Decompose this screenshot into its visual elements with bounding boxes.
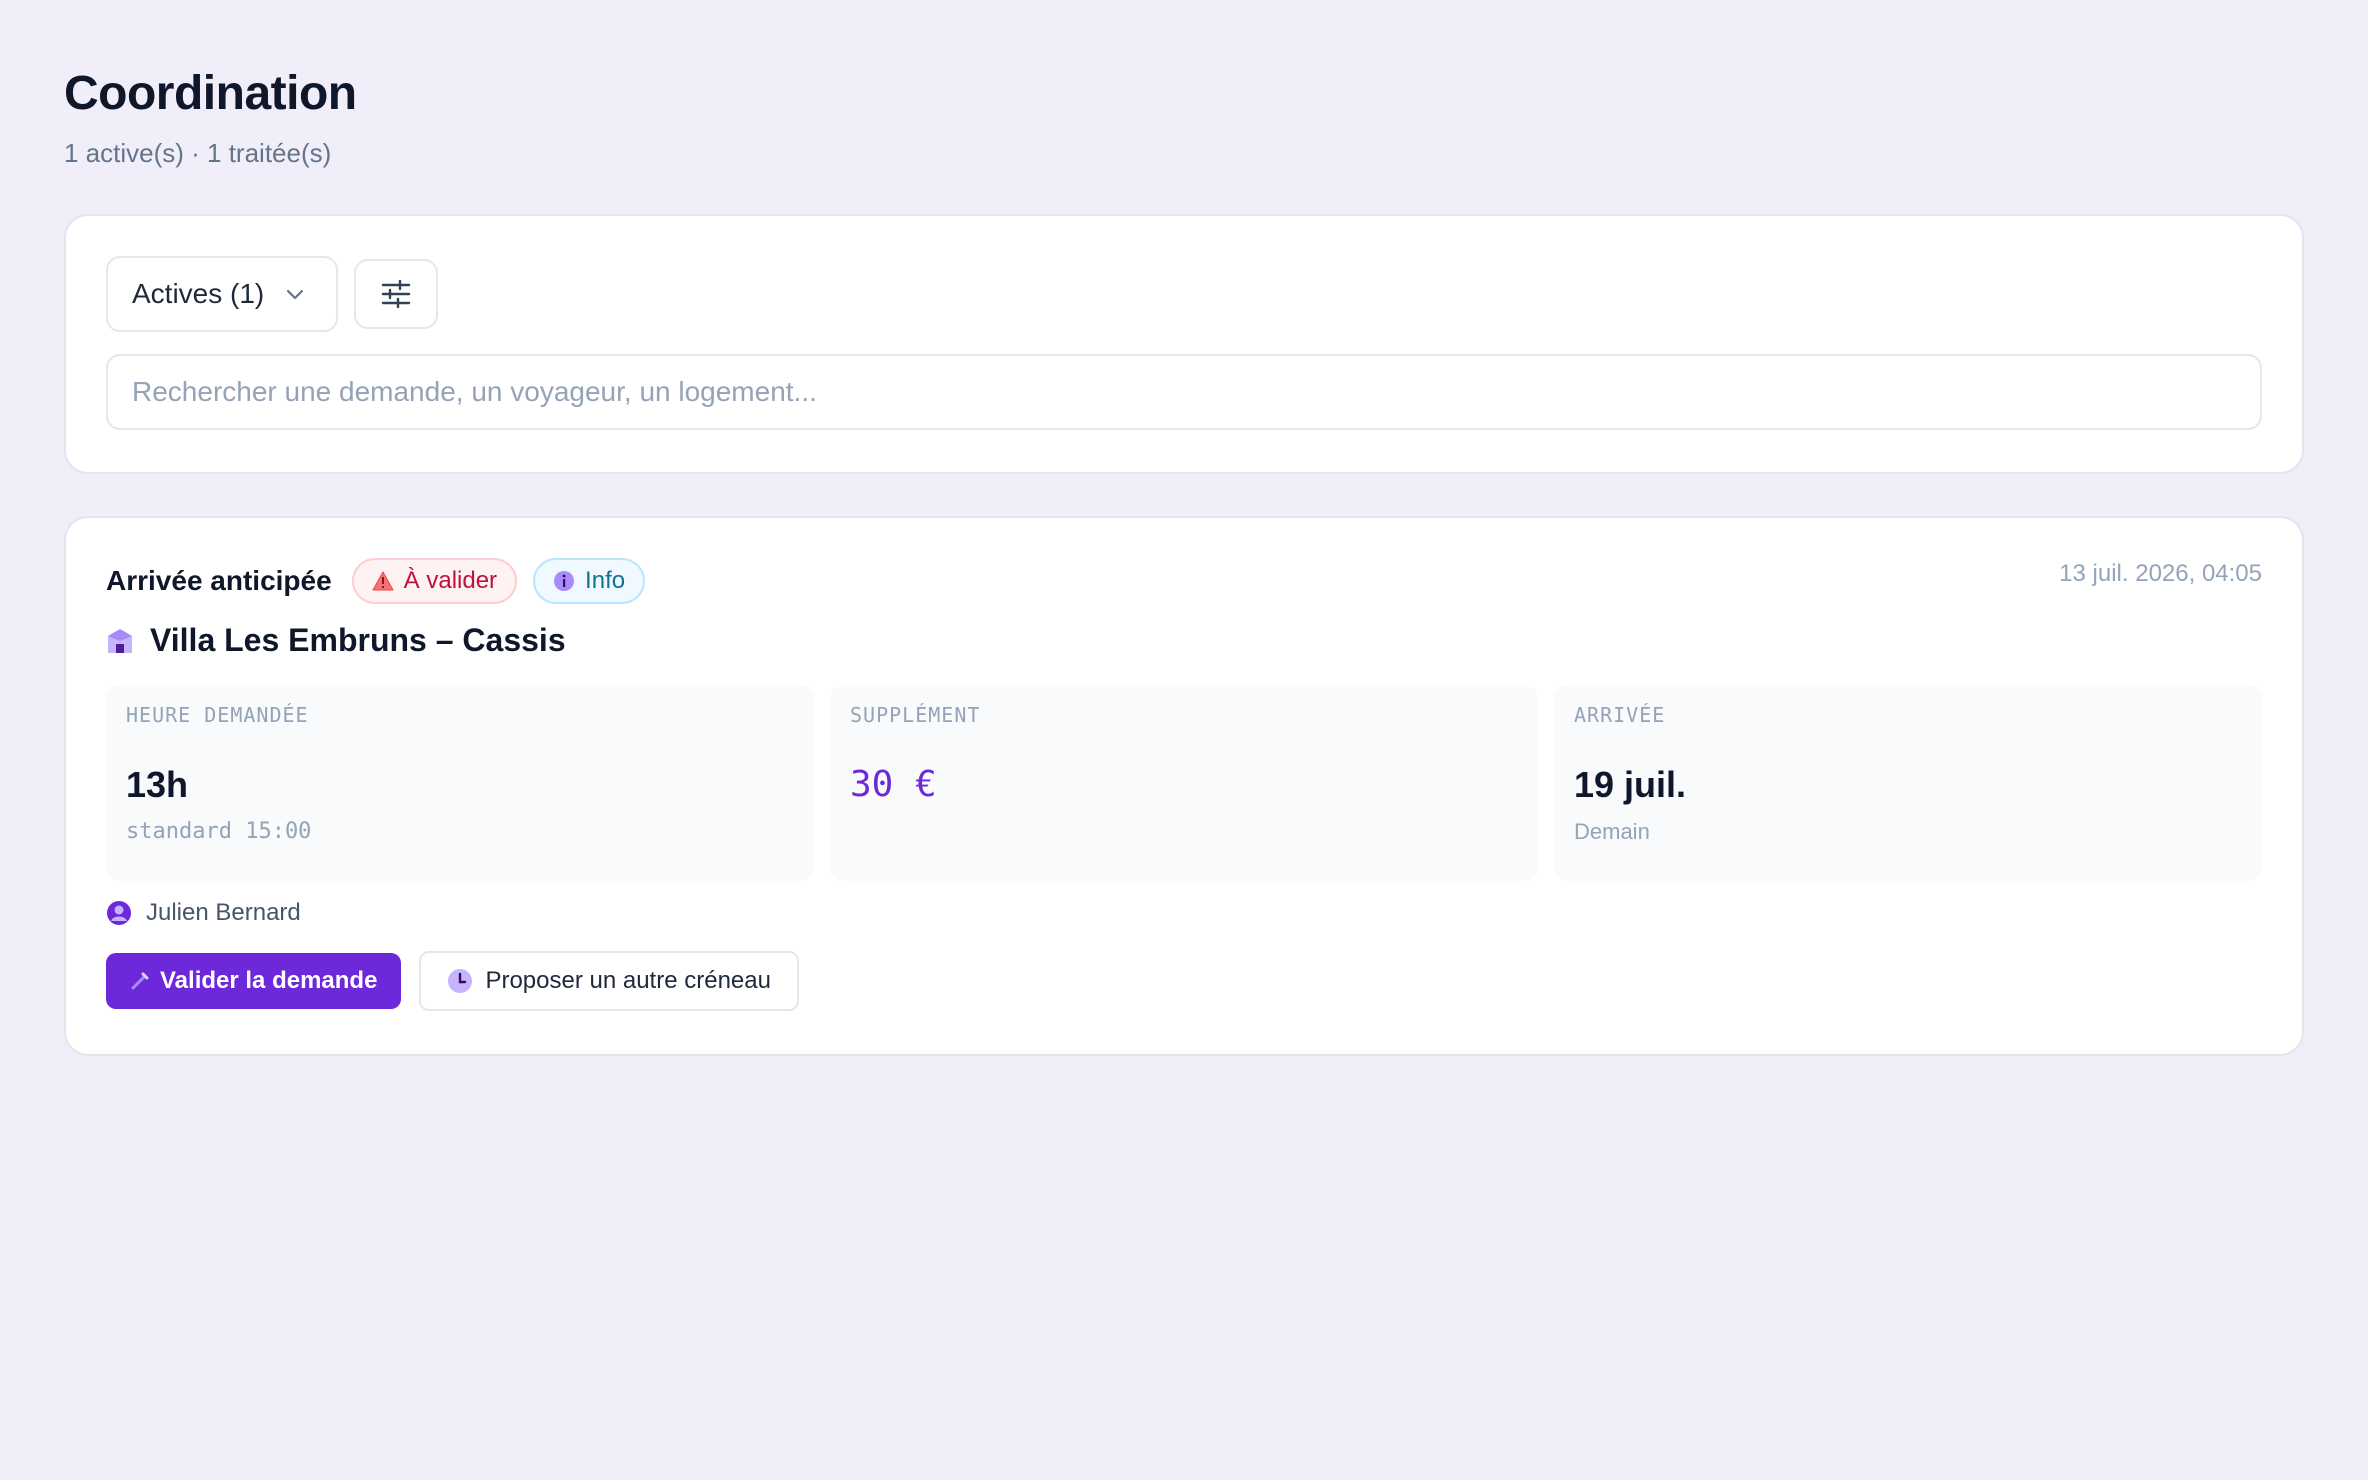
- info-icon: [553, 570, 575, 592]
- user-icon: [106, 900, 132, 926]
- clock-icon: [447, 968, 473, 994]
- check-icon: [130, 971, 150, 991]
- request-card[interactable]: Arrivée anticipée À valider Info 13 juil…: [64, 516, 2304, 1056]
- house-icon: [106, 627, 134, 655]
- page-title: Coordination: [64, 67, 357, 120]
- page-subtitle: 1 active(s) · 1 traitée(s): [64, 138, 332, 168]
- info-badge: Info: [533, 558, 646, 604]
- warning-icon: [372, 571, 394, 591]
- request-type: Arrivée anticipée: [106, 565, 332, 596]
- request-date: 13 juil. 2026, 04:05: [2059, 560, 2262, 587]
- guest-name: Julien Bernard: [146, 899, 301, 926]
- request-actions: Valider la demande Proposer un autre cré…: [106, 951, 2262, 1011]
- status-badge-label: À valider: [403, 567, 498, 594]
- stat-label: ARRIVÉE: [1574, 703, 1666, 727]
- stat-value: 13h: [126, 764, 189, 805]
- filter-settings-button[interactable]: [354, 259, 439, 329]
- chevron-down-icon: [284, 283, 306, 305]
- property-name: Villa Les Embruns – Cassis: [150, 622, 566, 658]
- stat-requested-time: HEURE DEMANDÉE 13h standard 15:00: [106, 685, 814, 881]
- filters-card: Actives (1): [64, 214, 2304, 474]
- validate-request-button[interactable]: Valider la demande: [106, 953, 402, 1009]
- validate-request-label: Valider la demande: [160, 967, 378, 994]
- status-dropdown[interactable]: Actives (1): [106, 256, 339, 332]
- stat-sub: standard 15:00: [126, 819, 312, 844]
- search-input[interactable]: [106, 354, 2262, 430]
- propose-slot-label: Proposer un autre créneau: [485, 967, 771, 994]
- stat-label: HEURE DEMANDÉE: [126, 703, 309, 727]
- sliders-icon: [381, 280, 411, 308]
- propose-slot-button[interactable]: Proposer un autre créneau: [419, 951, 799, 1011]
- request-stats: HEURE DEMANDÉE 13h standard 15:00 SUPPLÉ…: [106, 685, 2262, 881]
- status-badge-pending: À valider: [351, 558, 518, 604]
- coordination-page: Coordination 1 active(s) · 1 traitée(s) …: [64, 64, 2304, 1056]
- stat-value: 30 €: [850, 764, 937, 805]
- filter-row: Actives (1): [106, 256, 2262, 332]
- stat-sub: Demain: [1574, 819, 1650, 844]
- stat-arrival: ARRIVÉE 19 juil. Demain: [1554, 685, 2262, 881]
- stat-supplement: SUPPLÉMENT 30 €: [830, 685, 1538, 881]
- stat-value: 19 juil.: [1574, 764, 1687, 805]
- status-dropdown-label: Actives (1): [132, 278, 265, 309]
- request-header: Arrivée anticipée À valider Info: [106, 558, 2262, 604]
- stat-label: SUPPLÉMENT: [850, 703, 981, 727]
- info-badge-label: Info: [585, 567, 626, 594]
- property-row: Villa Les Embruns – Cassis: [106, 622, 2262, 659]
- guest-row: Julien Bernard: [106, 899, 2262, 927]
